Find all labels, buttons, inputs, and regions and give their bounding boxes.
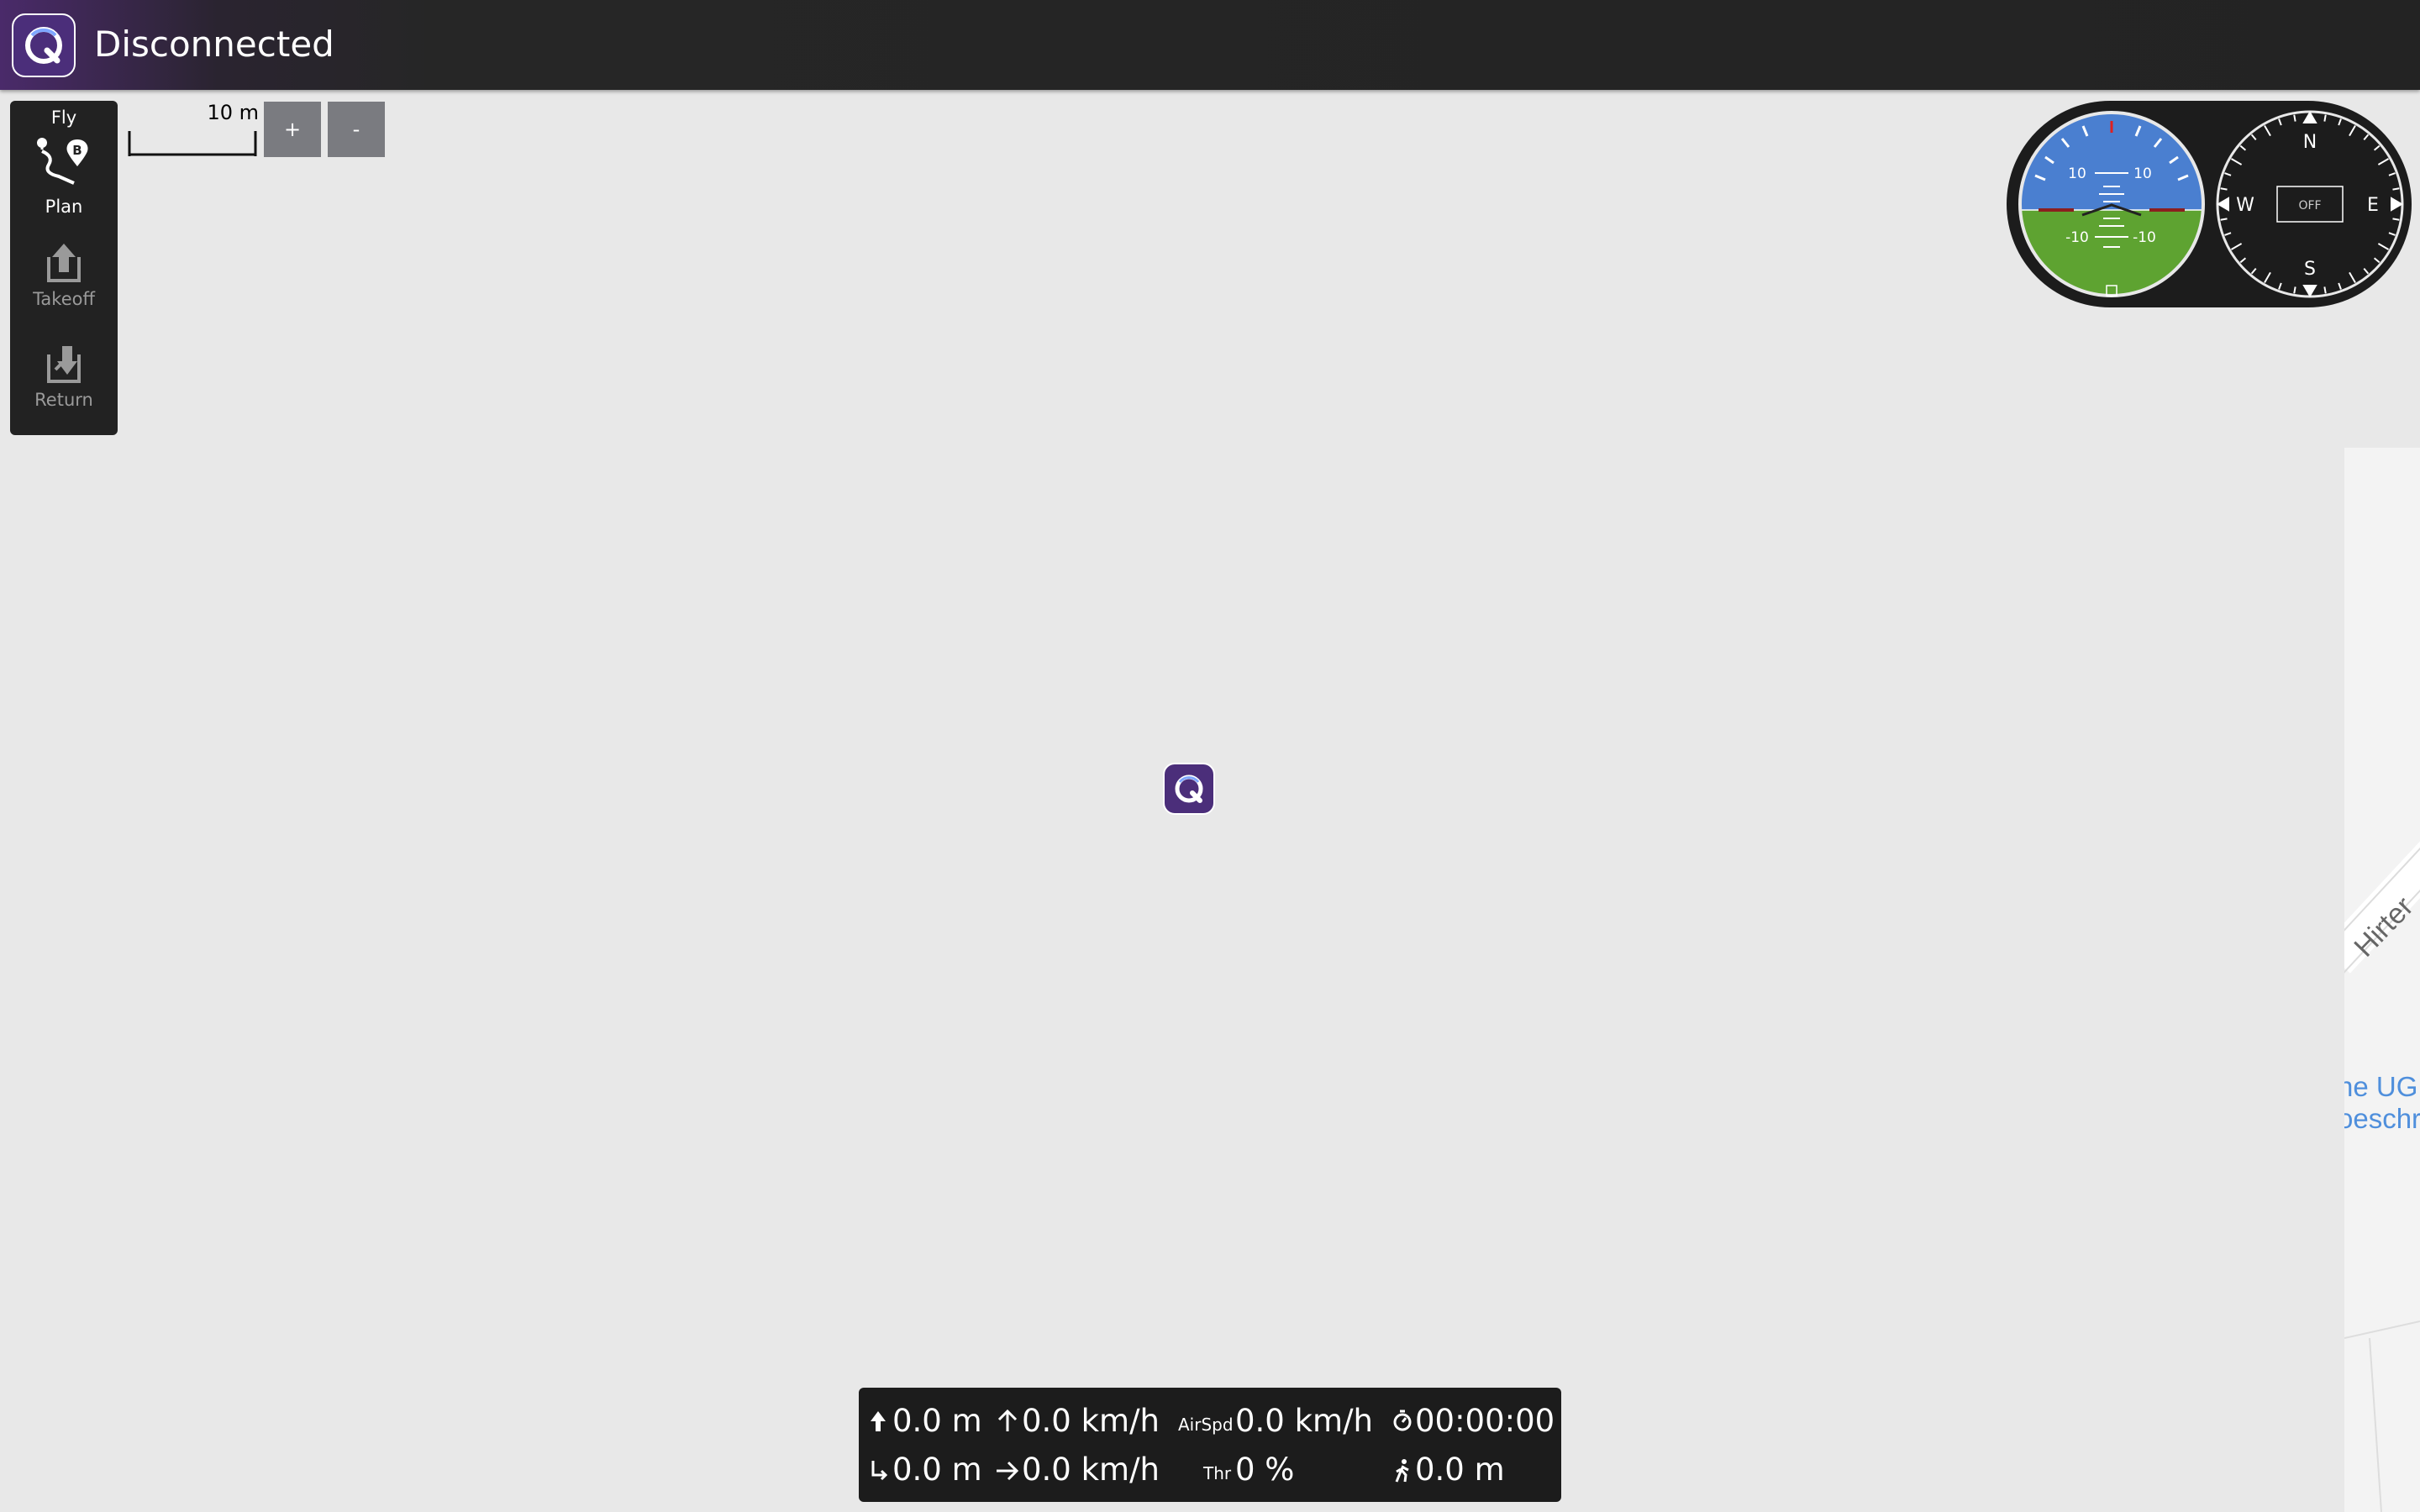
compass-s: S bbox=[2304, 259, 2316, 280]
pitch-label-neg10-right: -10 bbox=[2133, 229, 2156, 246]
distance-pilot-icon bbox=[1395, 1459, 1409, 1483]
qgc-logo-icon[interactable] bbox=[12, 13, 76, 77]
ground-speed-icon bbox=[997, 1461, 1019, 1481]
map-scale-text: 10 m bbox=[207, 101, 259, 124]
plan-route-icon: B bbox=[37, 138, 88, 185]
pitch-label-10-right: 10 bbox=[2133, 165, 2152, 182]
return-label: Return bbox=[34, 390, 93, 410]
compass-tick bbox=[2220, 218, 2228, 221]
flight-time-value: 00:00:00 bbox=[1415, 1403, 1555, 1439]
map-tile-edge: Hirter ne UG oeschr bbox=[2344, 448, 2420, 1512]
distance-home-icon bbox=[871, 1461, 888, 1481]
compass-indicator: N S W E OFF bbox=[2216, 110, 2404, 298]
return-icon bbox=[47, 346, 81, 383]
altitude-value: 0.0 m bbox=[892, 1403, 982, 1439]
altitude-icon bbox=[871, 1411, 886, 1431]
ground-speed-value: 0.0 km/h bbox=[1022, 1452, 1160, 1488]
takeoff-tool-button[interactable]: Takeoff bbox=[10, 235, 118, 328]
vehicle-marker-icon[interactable] bbox=[1163, 763, 1215, 815]
connection-status[interactable]: Disconnected bbox=[94, 22, 334, 67]
climb-rate-icon bbox=[997, 1409, 1018, 1431]
pitch-label-neg10-left: -10 bbox=[2065, 229, 2089, 246]
compass-tick bbox=[2323, 286, 2327, 294]
heading-box: OFF bbox=[2298, 199, 2321, 213]
fly-tool-button[interactable]: Fly bbox=[10, 108, 118, 131]
zoom-out-button[interactable]: - bbox=[328, 102, 385, 157]
return-tool-button[interactable]: Return bbox=[10, 336, 118, 428]
map-scale-bar bbox=[128, 131, 257, 156]
svg-text:B: B bbox=[72, 143, 82, 158]
top-toolbar: Disconnected bbox=[0, 0, 2420, 90]
compass-w: W bbox=[2236, 195, 2254, 216]
pitch-label-10-left: 10 bbox=[2068, 165, 2086, 182]
tool-strip: Fly B Plan Takeoff Return bbox=[10, 101, 118, 435]
plan-tool-button[interactable]: B Plan bbox=[10, 131, 118, 218]
throttle-value: 0 % bbox=[1235, 1452, 1295, 1488]
takeoff-icon bbox=[47, 244, 81, 282]
airspeed-value: 0.0 km/h bbox=[1235, 1403, 1373, 1439]
compass-tick bbox=[2323, 114, 2327, 122]
poi-label-line1: ne UG bbox=[2344, 1071, 2417, 1102]
plan-label: Plan bbox=[45, 197, 83, 217]
telemetry-panel[interactable]: 0.0 m 0.0 km/h AirSpd 0.0 km/h 00:00:00 … bbox=[859, 1388, 1561, 1502]
poi-label-line2: oeschr bbox=[2344, 1103, 2420, 1134]
compass-tick bbox=[2293, 286, 2296, 294]
compass-tick bbox=[2392, 218, 2400, 221]
compass-tick bbox=[2293, 114, 2296, 122]
takeoff-label: Takeoff bbox=[33, 289, 95, 309]
zoom-in-button[interactable]: + bbox=[264, 102, 321, 157]
compass-e: E bbox=[2367, 195, 2379, 216]
distance-home-value: 0.0 m bbox=[892, 1452, 982, 1488]
compass-tick bbox=[2392, 187, 2400, 191]
throttle-label: Thr bbox=[1203, 1463, 1232, 1483]
airspeed-label: AirSpd bbox=[1178, 1415, 1234, 1435]
compass-tick bbox=[2220, 187, 2228, 191]
map-scale: 10 m bbox=[128, 101, 259, 158]
instrument-panel[interactable]: 10 10 -10 -10 N S W E OFF bbox=[2007, 101, 2412, 307]
flight-time-icon bbox=[1393, 1410, 1412, 1431]
attitude-indicator: 10 10 -10 -10 bbox=[2018, 111, 2205, 297]
distance-pilot-value: 0.0 m bbox=[1415, 1452, 1505, 1488]
compass-n: N bbox=[2303, 132, 2317, 153]
climb-rate-value: 0.0 km/h bbox=[1022, 1403, 1160, 1439]
fly-label: Fly bbox=[50, 108, 77, 128]
